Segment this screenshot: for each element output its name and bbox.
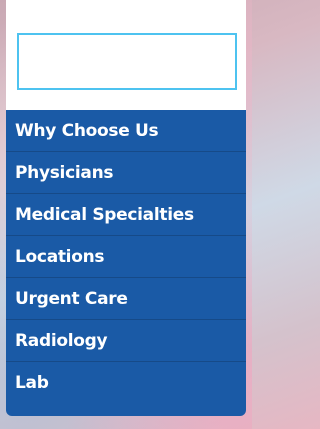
nav-item-radiology[interactable]: Radiology (6, 320, 246, 362)
search-area (6, 0, 246, 110)
nav-item-label: Radiology (15, 330, 108, 351)
nav-item-label: Medical Specialties (15, 204, 194, 225)
nav-item-urgent-care[interactable]: Urgent Care (6, 278, 246, 320)
nav-item-why-choose-us[interactable]: Why Choose Us (6, 110, 246, 152)
search-input[interactable] (17, 33, 237, 90)
nav-item-label: Why Choose Us (15, 120, 159, 141)
nav-item-label: Lab (15, 373, 49, 393)
nav-item-label: Locations (15, 246, 105, 267)
mobile-nav-menu: Why Choose Us Physicians Medical Special… (6, 0, 246, 416)
nav-item-lab[interactable]: Lab (6, 362, 246, 404)
nav-item-label: Urgent Care (15, 288, 128, 309)
nav-item-label: Physicians (15, 162, 114, 183)
nav-item-medical-specialties[interactable]: Medical Specialties (6, 194, 246, 236)
nav-item-locations[interactable]: Locations (6, 236, 246, 278)
nav-item-physicians[interactable]: Physicians (6, 152, 246, 194)
nav-list: Why Choose Us Physicians Medical Special… (6, 110, 246, 404)
